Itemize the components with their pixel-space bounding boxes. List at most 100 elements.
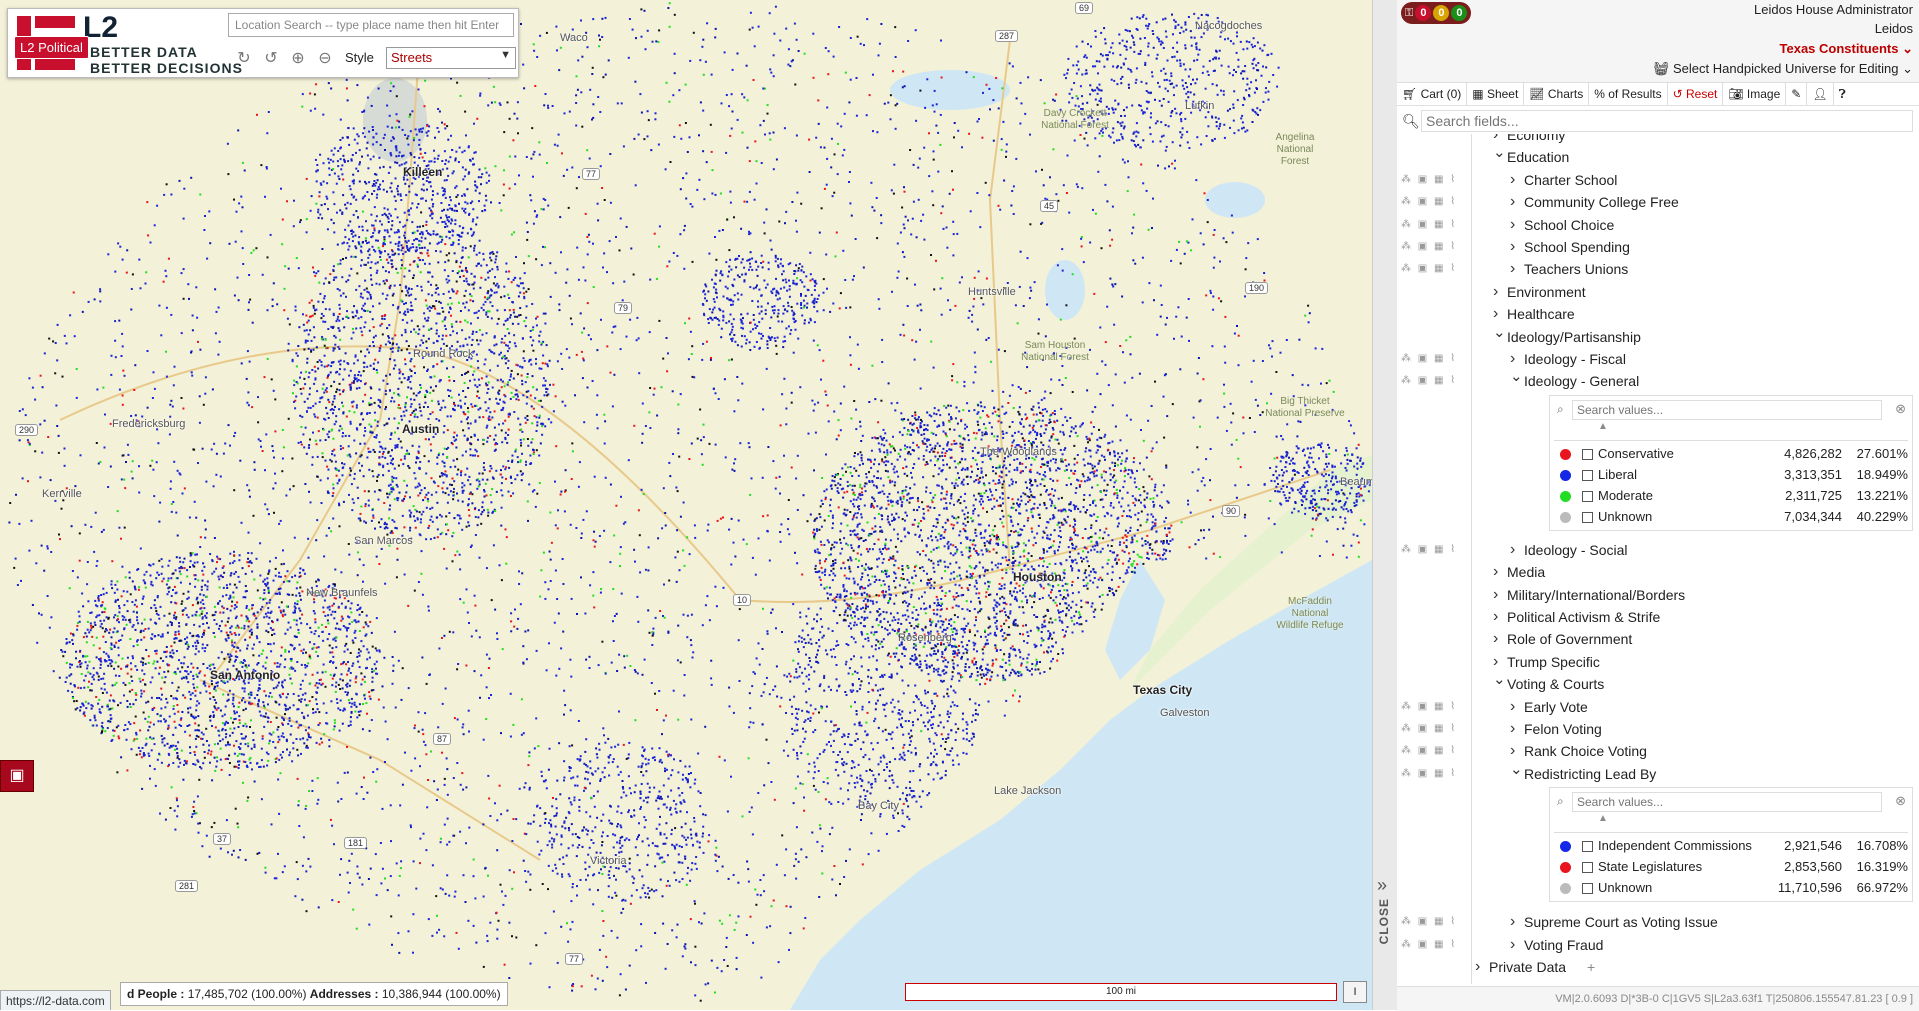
chevron-right-icon[interactable]: › [1510, 911, 1515, 933]
value-row[interactable]: State Legislatures 2,853,560 16.319% [1554, 857, 1908, 877]
chevron-right-icon[interactable]: › [1493, 281, 1498, 303]
tree-node[interactable]: ⁂ ▣ ▦ ⌇ › Teachers Unions [1397, 258, 1919, 280]
chevron-right-icon[interactable]: › [1510, 539, 1515, 561]
wand-icon[interactable]: ✎ [1786, 83, 1808, 105]
value-checkbox[interactable] [1582, 490, 1593, 502]
chevron-down-icon[interactable]: ⌄ [1493, 322, 1506, 344]
chevron-right-icon[interactable]: › [1510, 191, 1515, 213]
chevron-right-icon[interactable]: › [1510, 718, 1515, 740]
tree-node[interactable]: › Military/International/Borders [1397, 584, 1919, 606]
close-panel-button[interactable]: CLOSE [1377, 898, 1393, 944]
tree-node[interactable]: ⁂ ▣ ▦ ⌇ › Supreme Court as Voting Issue [1397, 911, 1919, 933]
chevron-right-icon[interactable]: › [1493, 584, 1498, 606]
map-canvas[interactable]: Killeen Austin San Marcos New Braunfels … [0, 0, 1372, 1010]
value-search-input[interactable] [1572, 792, 1882, 813]
value-checkbox[interactable] [1582, 469, 1593, 481]
value-checkbox[interactable] [1582, 448, 1593, 460]
value-row[interactable]: Liberal 3,313,351 18.949% [1554, 465, 1908, 485]
clear-icon[interactable]: ⊗ [1895, 793, 1906, 809]
rotate-right-icon[interactable]: ↺ [261, 49, 281, 69]
add-icon[interactable]: + [1587, 956, 1595, 978]
tree-node[interactable]: › Economy [1397, 134, 1919, 146]
scale-toggle-button[interactable]: I [1343, 981, 1367, 1003]
chevron-right-icon[interactable]: › [1493, 628, 1498, 650]
field-action-icons[interactable]: ⁂ ▣ ▦ ⌇ [1401, 763, 1457, 785]
clear-icon[interactable]: ⊗ [1895, 401, 1906, 417]
tree-node[interactable]: › Media [1397, 561, 1919, 583]
location-search-input[interactable] [228, 13, 514, 37]
sort-up-icon[interactable]: ▲ [1598, 813, 1608, 824]
value-row[interactable]: Independent Commissions 2,921,546 16.708% [1554, 836, 1908, 856]
field-action-icons[interactable]: ⁂ ▣ ▦ ⌇ [1401, 258, 1457, 280]
value-checkbox[interactable] [1582, 511, 1593, 523]
value-row[interactable]: Conservative 4,826,282 27.601% [1554, 444, 1908, 464]
value-row[interactable]: Moderate 2,311,725 13.221% [1554, 486, 1908, 506]
map-style-select[interactable]: Streets ▼ [386, 47, 516, 69]
value-search-input[interactable] [1572, 399, 1882, 420]
tree-node[interactable]: ⁂ ▣ ▦ ⌇ › Ideology - Social [1397, 539, 1919, 561]
tree-node[interactable]: ⁂ ▣ ▦ ⌇ › Ideology - Fiscal [1397, 348, 1919, 370]
tree-node[interactable]: › Role of Government [1397, 628, 1919, 650]
field-action-icons[interactable]: ⁂ ▣ ▦ ⌇ [1401, 696, 1457, 718]
chevron-right-icon[interactable]: › [1493, 606, 1498, 628]
value-table-header[interactable]: ▲ [1554, 813, 1908, 834]
status-counters[interactable]: ⚿ 0 0 0 [1401, 2, 1472, 24]
tree-node[interactable]: ⁂ ▣ ▦ ⌇ › School Choice [1397, 214, 1919, 236]
field-action-icons[interactable]: ⁂ ▣ ▦ ⌇ [1401, 169, 1457, 191]
users-icon[interactable]: 👤︎ [1807, 83, 1834, 105]
field-action-icons[interactable]: ⁂ ▣ ▦ ⌇ [1401, 191, 1457, 213]
field-action-icons[interactable]: ⁂ ▣ ▦ ⌇ [1401, 718, 1457, 740]
tree-node[interactable]: › Trump Specific [1397, 651, 1919, 673]
chevron-right-icon[interactable]: › [1510, 169, 1515, 191]
tree-node[interactable]: › Environment [1397, 281, 1919, 303]
tree-node[interactable]: ⁂ ▣ ▦ ⌇ › Early Vote [1397, 696, 1919, 718]
field-action-icons[interactable]: ⁂ ▣ ▦ ⌇ [1401, 740, 1457, 762]
cart-button[interactable]: 🛒︎ Cart (0) [1397, 83, 1468, 105]
chevron-right-icon[interactable]: › [1510, 696, 1515, 718]
tree-node[interactable]: ⁂ ▣ ▦ ⌇ › Rank Choice Voting [1397, 740, 1919, 762]
field-action-icons[interactable]: ⁂ ▣ ▦ ⌇ [1401, 214, 1457, 236]
feedback-button[interactable]: ▣ [0, 760, 34, 792]
value-checkbox[interactable] [1582, 841, 1593, 853]
chevron-down-icon[interactable]: ⌄ [1510, 366, 1523, 388]
help-icon[interactable]: ❓︎ [1834, 83, 1851, 105]
value-checkbox[interactable] [1582, 883, 1593, 895]
field-action-icons[interactable]: ⁂ ▣ ▦ ⌇ [1401, 539, 1457, 561]
chevron-right-icon[interactable]: › [1510, 934, 1515, 956]
chevron-right-icon[interactable]: › [1493, 561, 1498, 583]
chevron-right-icon[interactable]: › [1510, 214, 1515, 236]
tree-node[interactable]: ⌄ Ideology/Partisanship [1397, 324, 1919, 348]
rotate-left-icon[interactable]: ↻ [234, 49, 254, 69]
chevron-right-icon[interactable]: › [1475, 956, 1480, 978]
field-search-input[interactable] [1421, 110, 1913, 132]
field-action-icons[interactable]: ⁂ ▣ ▦ ⌇ [1401, 934, 1457, 956]
value-table-header[interactable]: ▲ [1554, 421, 1908, 441]
tree-node[interactable]: ⌄ Voting & Courts [1397, 671, 1919, 695]
tree-node[interactable]: ⁂ ▣ ▦ ⌇ › Community College Free [1397, 191, 1919, 213]
charts-button[interactable]: 📈︎ Charts [1524, 83, 1590, 105]
tree-node[interactable]: ⁂ ▣ ▦ ⌇ › Felon Voting [1397, 718, 1919, 740]
tree-node[interactable]: ⌄ Education [1397, 144, 1919, 168]
field-action-icons[interactable]: ⁂ ▣ ▦ ⌇ [1401, 911, 1457, 933]
tree-node[interactable]: › Political Activism & Strife [1397, 606, 1919, 628]
chevron-down-icon[interactable]: ⌄ [1510, 759, 1523, 781]
user-name[interactable]: Leidos House Administrator [1754, 2, 1913, 17]
tree-node[interactable]: ⁂ ▣ ▦ ⌇ ⌄ Redistricting Lead By [1397, 761, 1919, 785]
field-action-icons[interactable]: ⁂ ▣ ▦ ⌇ [1401, 236, 1457, 258]
zoom-out-icon[interactable]: ⊖ [315, 49, 335, 69]
value-row[interactable]: Unknown 11,710,596 66.972% [1554, 878, 1908, 898]
sort-up-icon[interactable]: ▲ [1598, 421, 1608, 432]
universe-selector[interactable]: Texas Constituents ⌄ [1780, 41, 1913, 57]
tree-node[interactable]: ⁂ ▣ ▦ ⌇ › Charter School [1397, 169, 1919, 191]
sheet-button[interactable]: ▦ Sheet [1467, 83, 1525, 105]
tree-node[interactable]: ⁂ ▣ ▦ ⌇ ⌄ Ideology - General [1397, 368, 1919, 392]
tree-node[interactable]: › Private Data + [1397, 956, 1919, 978]
value-row[interactable]: Unknown 7,034,344 40.229% [1554, 507, 1908, 527]
l2-political-badge[interactable]: L2 Political [14, 36, 89, 59]
percent-results-button[interactable]: % of Results [1589, 83, 1668, 105]
tree-node[interactable]: ⁂ ▣ ▦ ⌇ › Voting Fraud [1397, 934, 1919, 956]
tree-node[interactable]: › Healthcare [1397, 303, 1919, 325]
chevron-right-icon[interactable]: › [1510, 236, 1515, 258]
chevron-right-icon[interactable]: › [1510, 258, 1515, 280]
double-chevron-icon[interactable]: » [1377, 875, 1387, 896]
